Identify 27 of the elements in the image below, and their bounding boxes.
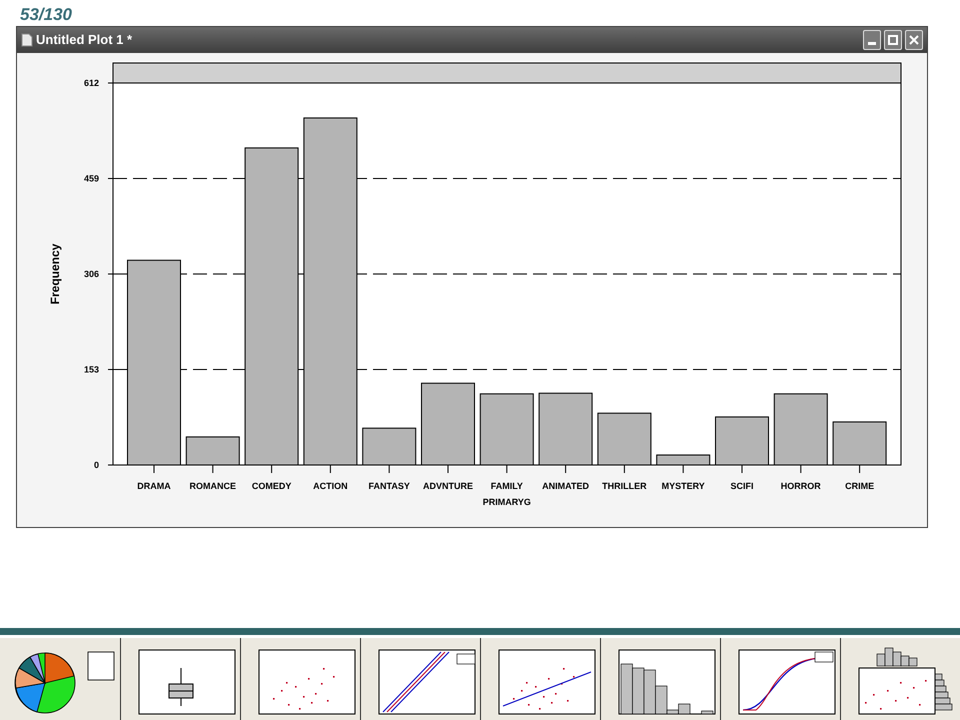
x-tick-label: FANTASY [368, 481, 410, 491]
x-axis-title: PRIMARYG [482, 497, 531, 507]
y-axis-title: Frequency [48, 244, 62, 304]
x-tick-label: DRAMA [137, 481, 171, 491]
x-tick-label: CRIME [845, 481, 874, 491]
x-tick-label: HORROR [780, 481, 821, 491]
minimize-button[interactable] [863, 30, 881, 50]
x-tick-label: ACTION [313, 481, 348, 491]
x-tick-label: FAMILY [490, 481, 523, 491]
x-tick-label: ADVNTURE [423, 481, 473, 491]
document-icon [21, 33, 33, 47]
x-tick-label: ROMANCE [190, 481, 236, 491]
x-tick-label: COMEDY [252, 481, 292, 491]
y-tick-label: 0 [94, 460, 99, 470]
y-tick-label: 459 [84, 174, 99, 184]
x-tick-label: THRILLER [602, 481, 647, 491]
window-title: Untitled Plot 1 * [36, 31, 132, 50]
close-icon [909, 35, 919, 45]
slide-number: 53/130 [20, 5, 72, 24]
x-tick-label: ANIMATED [542, 481, 590, 491]
y-tick-label: 153 [84, 364, 99, 374]
x-tick-label: MYSTERY [662, 481, 705, 491]
y-tick-label: 612 [84, 78, 99, 88]
x-tick-label: SCIFI [730, 481, 754, 491]
close-button[interactable] [905, 30, 923, 50]
maximize-button[interactable] [884, 30, 902, 50]
y-tick-label: 306 [84, 269, 99, 279]
